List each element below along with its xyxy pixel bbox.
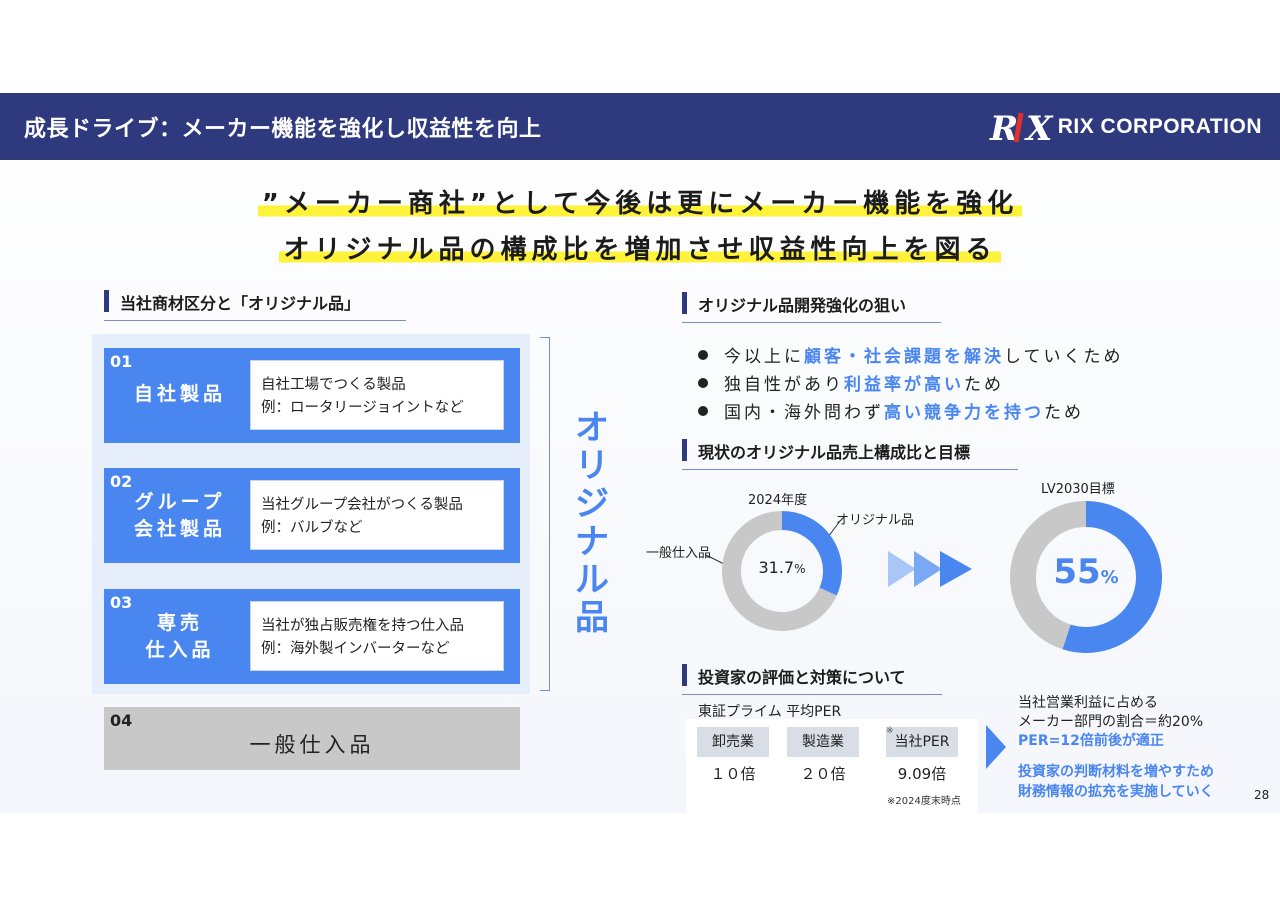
per-appropriate-text: PER=12倍前後が適正 — [1018, 733, 1164, 749]
page-number: 28 — [1254, 788, 1270, 802]
section-title-investor: 投資家の評価と対策について — [682, 664, 942, 695]
triple-arrow-icon — [888, 551, 972, 587]
slide: 成長ドライブ：メーカー機能を強化し収益性を向上 R X RIX CORPORAT… — [0, 93, 1280, 813]
per-header-company: 当社PER — [886, 727, 958, 757]
per-value-wholesale: １０倍 — [710, 765, 756, 783]
current-percentage: 31.7% — [758, 558, 806, 577]
arrow-right-icon — [986, 725, 1006, 769]
target-percentage: 55% — [1053, 552, 1119, 592]
target-label: LV2030目標 — [1041, 482, 1115, 497]
per-header-wholesale: 卸売業 — [697, 727, 769, 757]
per-header-manufacturing: 製造業 — [787, 727, 859, 757]
per-footnote-mark: ※ — [886, 726, 894, 736]
per-value-manufacturing: ２０倍 — [800, 765, 846, 783]
per-footnote: ※2024度末時点 — [887, 796, 961, 807]
per-caption: 東証プライム 平均PER — [698, 704, 842, 720]
strategy-line-2: 財務情報の拡充を実施していく — [1018, 784, 1214, 800]
profit-share-line-1: 当社営業利益に占める — [1018, 695, 1158, 711]
profit-share-line-2: メーカー部門の割合＝約20% — [1018, 714, 1204, 730]
per-value-company: 9.09倍 — [897, 765, 947, 783]
strategy-line-1: 投資家の判断材料を増やすため — [1018, 764, 1214, 780]
donut-slice-original — [781, 511, 842, 596]
